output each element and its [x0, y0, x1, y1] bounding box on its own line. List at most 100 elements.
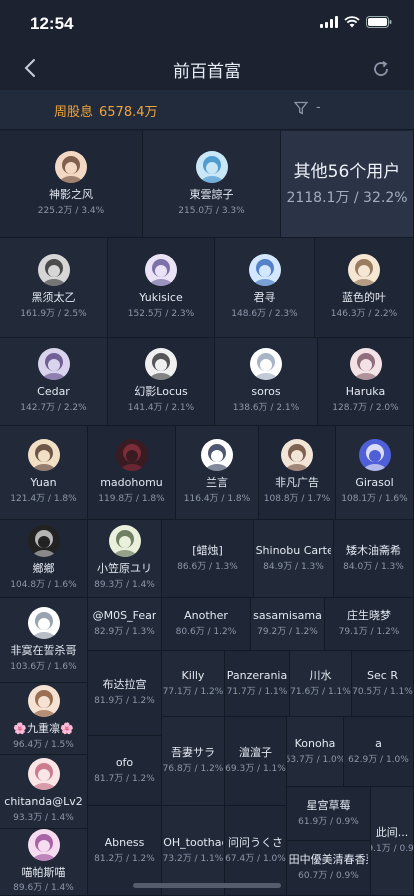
user-dividend-stat: 108.1万 / 1.6%	[341, 494, 408, 504]
treemap-cell[interactable]: ofo 81.7万 / 1.2%	[88, 736, 162, 806]
treemap-cell[interactable]: 黑须太乙 161.9万 / 2.5%	[0, 238, 108, 338]
user-name: madohomu	[100, 476, 163, 489]
weekly-interest: 周股息 6578.4万	[54, 101, 158, 120]
treemap-cell[interactable]: 鄉鄉 104.8万 / 1.6%	[0, 520, 88, 598]
user-name: 其他56个用户	[293, 162, 401, 182]
user-dividend-stat: 152.5万 / 2.3%	[127, 309, 195, 319]
user-name: 東雲諒子	[189, 187, 234, 201]
user-name: 蓝色的叶	[342, 291, 386, 304]
user-dividend-stat: 215.0万 / 3.3%	[178, 205, 245, 216]
treemap-cell[interactable]: 此间... 59.1万 / 0.9%	[371, 787, 414, 896]
user-dividend-stat: 84.0万 / 1.3%	[343, 561, 404, 572]
treemap-cell[interactable]: @M0S_Fear 82.9万 / 1.3%	[88, 598, 162, 651]
user-name: sasamisama	[253, 609, 322, 622]
treemap-cell[interactable]: 非凡广告 108.8万 / 1.7%	[259, 426, 336, 520]
anime-girl-avatar	[37, 254, 70, 286]
wifi-icon	[344, 16, 360, 28]
user-dividend-stat: 141.4万 / 2.1%	[127, 403, 195, 413]
treemap-cell[interactable]: Haruka 128.7万 / 2.0%	[318, 338, 414, 426]
anime-girl-avatar	[27, 439, 60, 471]
treemap-cell[interactable]: [蜡烛] 86.6万 / 1.3%	[162, 520, 254, 598]
filter-button[interactable]: -	[294, 100, 321, 115]
treemap-cell[interactable]: chitanda@Lv2 93.3万 / 1.4%	[0, 755, 88, 829]
treemap-cell[interactable]: 矮木油斋希 84.0万 / 1.3%	[334, 520, 414, 598]
treemap-cell[interactable]: madohomu 119.8万 / 1.8%	[88, 426, 176, 520]
user-dividend-stat: 69.3万 / 1.1%	[225, 764, 286, 774]
treemap-cell[interactable]: 蓝色的叶 146.3万 / 2.2%	[315, 238, 414, 338]
treemap-cell[interactable]: 非寞在誓杀哥 103.6万 / 1.6%	[0, 598, 88, 683]
treemap-cell[interactable]: 川水 71.6万 / 1.1%	[290, 651, 352, 717]
treemap-cell[interactable]: Sec R 70.5万 / 1.1%	[352, 651, 414, 717]
treemap-cell[interactable]: 庄生晓梦 79.1万 / 1.2%	[325, 598, 414, 651]
navigation-bar: 前百首富	[0, 46, 414, 90]
treemap-cell[interactable]: 喵帕斯喵 89.6万 / 1.4%	[0, 829, 88, 896]
user-dividend-stat: 82.9万 / 1.3%	[94, 627, 155, 637]
user-name: @M0S_Fear	[92, 609, 157, 622]
user-name: Abness	[104, 835, 145, 849]
user-name: Konoha	[294, 736, 336, 750]
anime-girl-avatar	[348, 254, 380, 286]
treemap-cell[interactable]: Girasol 108.1万 / 1.6%	[336, 426, 414, 520]
user-name: 吾妻サラ	[171, 746, 215, 759]
user-name: 小笠原ユリ	[97, 562, 152, 575]
treemap-cell[interactable]: 星宫草莓 61.9万 / 0.9%	[287, 787, 371, 841]
treemap-cell[interactable]: a 62.9万 / 1.0%	[344, 717, 414, 787]
refresh-icon	[374, 61, 388, 76]
anime-girl-avatar	[27, 525, 60, 557]
user-name: Another	[184, 609, 228, 622]
user-name: 非寞在誓杀哥	[10, 643, 77, 657]
weekly-interest-value: 6578.4万	[99, 105, 158, 120]
user-dividend-stat: 81.7万 / 1.2%	[94, 773, 155, 784]
treemap-cell[interactable]: Yuan 121.4万 / 1.8%	[0, 426, 88, 520]
user-name: chitanda@Lv2	[4, 795, 83, 808]
treemap-cell[interactable]: 田中優美清春香菜 60.7万 / 0.9%	[287, 841, 371, 896]
user-name: Girasol	[355, 476, 394, 489]
treemap-cell[interactable]: Yukisice 152.5万 / 2.3%	[108, 238, 215, 338]
treemap-cell[interactable]: Another 80.6万 / 1.2%	[162, 598, 251, 651]
anime-girl-avatar	[195, 150, 228, 183]
treemap-cell[interactable]: Konoha 63.7万 / 1.0%	[287, 717, 344, 787]
user-name: 🌸九重凛🌸	[13, 722, 74, 735]
user-dividend-stat: 79.2万 / 1.2%	[257, 627, 318, 637]
user-name: 鄉鄉	[32, 562, 55, 575]
treemap-cell[interactable]: 澶澶子 69.3万 / 1.1%	[225, 717, 287, 806]
treemap-cell-others[interactable]: 其他56个用户 2118.1万 / 32.2%	[281, 131, 414, 238]
user-dividend-stat: 104.8万 / 1.6%	[10, 580, 77, 590]
user-name: 澶澶子	[239, 746, 272, 759]
user-name: 喵帕斯喵	[21, 866, 66, 879]
user-name: OH_toothache	[163, 835, 223, 849]
treemap-cell[interactable]: soros 138.6万 / 2.1%	[215, 338, 318, 426]
user-dividend-stat: 108.8万 / 1.7%	[263, 494, 331, 504]
treemap-cell[interactable]: Killy 77.1万 / 1.2%	[162, 651, 225, 717]
anime-girl-avatar	[27, 685, 60, 717]
user-name: Killy	[181, 668, 205, 682]
treemap-cell[interactable]: Panzerania 71.7万 / 1.1%	[225, 651, 290, 717]
cat-avatar	[358, 439, 391, 471]
anime-girl-avatar	[55, 150, 87, 183]
user-dividend-stat: 146.3万 / 2.2%	[330, 309, 398, 319]
user-dividend-stat: 71.7万 / 1.1%	[226, 686, 288, 697]
user-dividend-stat: 61.9万 / 0.9%	[298, 816, 359, 827]
treemap-cell[interactable]: Cedar 142.7万 / 2.2%	[0, 338, 108, 426]
sketch-avatar	[27, 606, 60, 639]
treemap-cell[interactable]: 兰言 116.4万 / 1.8%	[176, 426, 259, 520]
treemap-cell[interactable]: 吾妻サラ 76.8万 / 1.2%	[162, 717, 225, 806]
treemap-cell[interactable]: 東雲諒子 215.0万 / 3.3%	[143, 131, 281, 238]
treemap-cell[interactable]: Shinobu Carter 84.9万 / 1.3%	[254, 520, 334, 598]
treemap-cell[interactable]: sasamisama 79.2万 / 1.2%	[251, 598, 325, 651]
treemap-cell[interactable]: 君寻 148.6万 / 2.3%	[215, 238, 315, 338]
treemap-cell[interactable]: 🌸九重凛🌸 96.4万 / 1.5%	[0, 683, 88, 755]
user-dividend-stat: 71.6万 / 1.1%	[290, 686, 351, 697]
user-dividend-stat: 59.1万 / 0.9%	[371, 844, 414, 854]
treemap-cell[interactable]: 幻影Locus 141.4万 / 2.1%	[108, 338, 215, 426]
user-name: 神影之风	[49, 187, 93, 201]
treemap-cell[interactable]: 小笠原ユリ 89.3万 / 1.4%	[88, 520, 162, 598]
refresh-button[interactable]	[366, 54, 396, 84]
user-dividend-stat: 128.7万 / 2.0%	[332, 403, 399, 413]
user-name: 川水	[309, 668, 332, 682]
user-dividend-stat: 93.3万 / 1.4%	[13, 813, 74, 823]
treemap-cell[interactable]: 布达拉宫 81.9万 / 1.2%	[88, 651, 162, 736]
weekly-interest-label: 周股息	[54, 105, 94, 120]
user-name: soros	[251, 385, 281, 398]
treemap-cell[interactable]: 神影之风 225.2万 / 3.4%	[0, 131, 143, 238]
